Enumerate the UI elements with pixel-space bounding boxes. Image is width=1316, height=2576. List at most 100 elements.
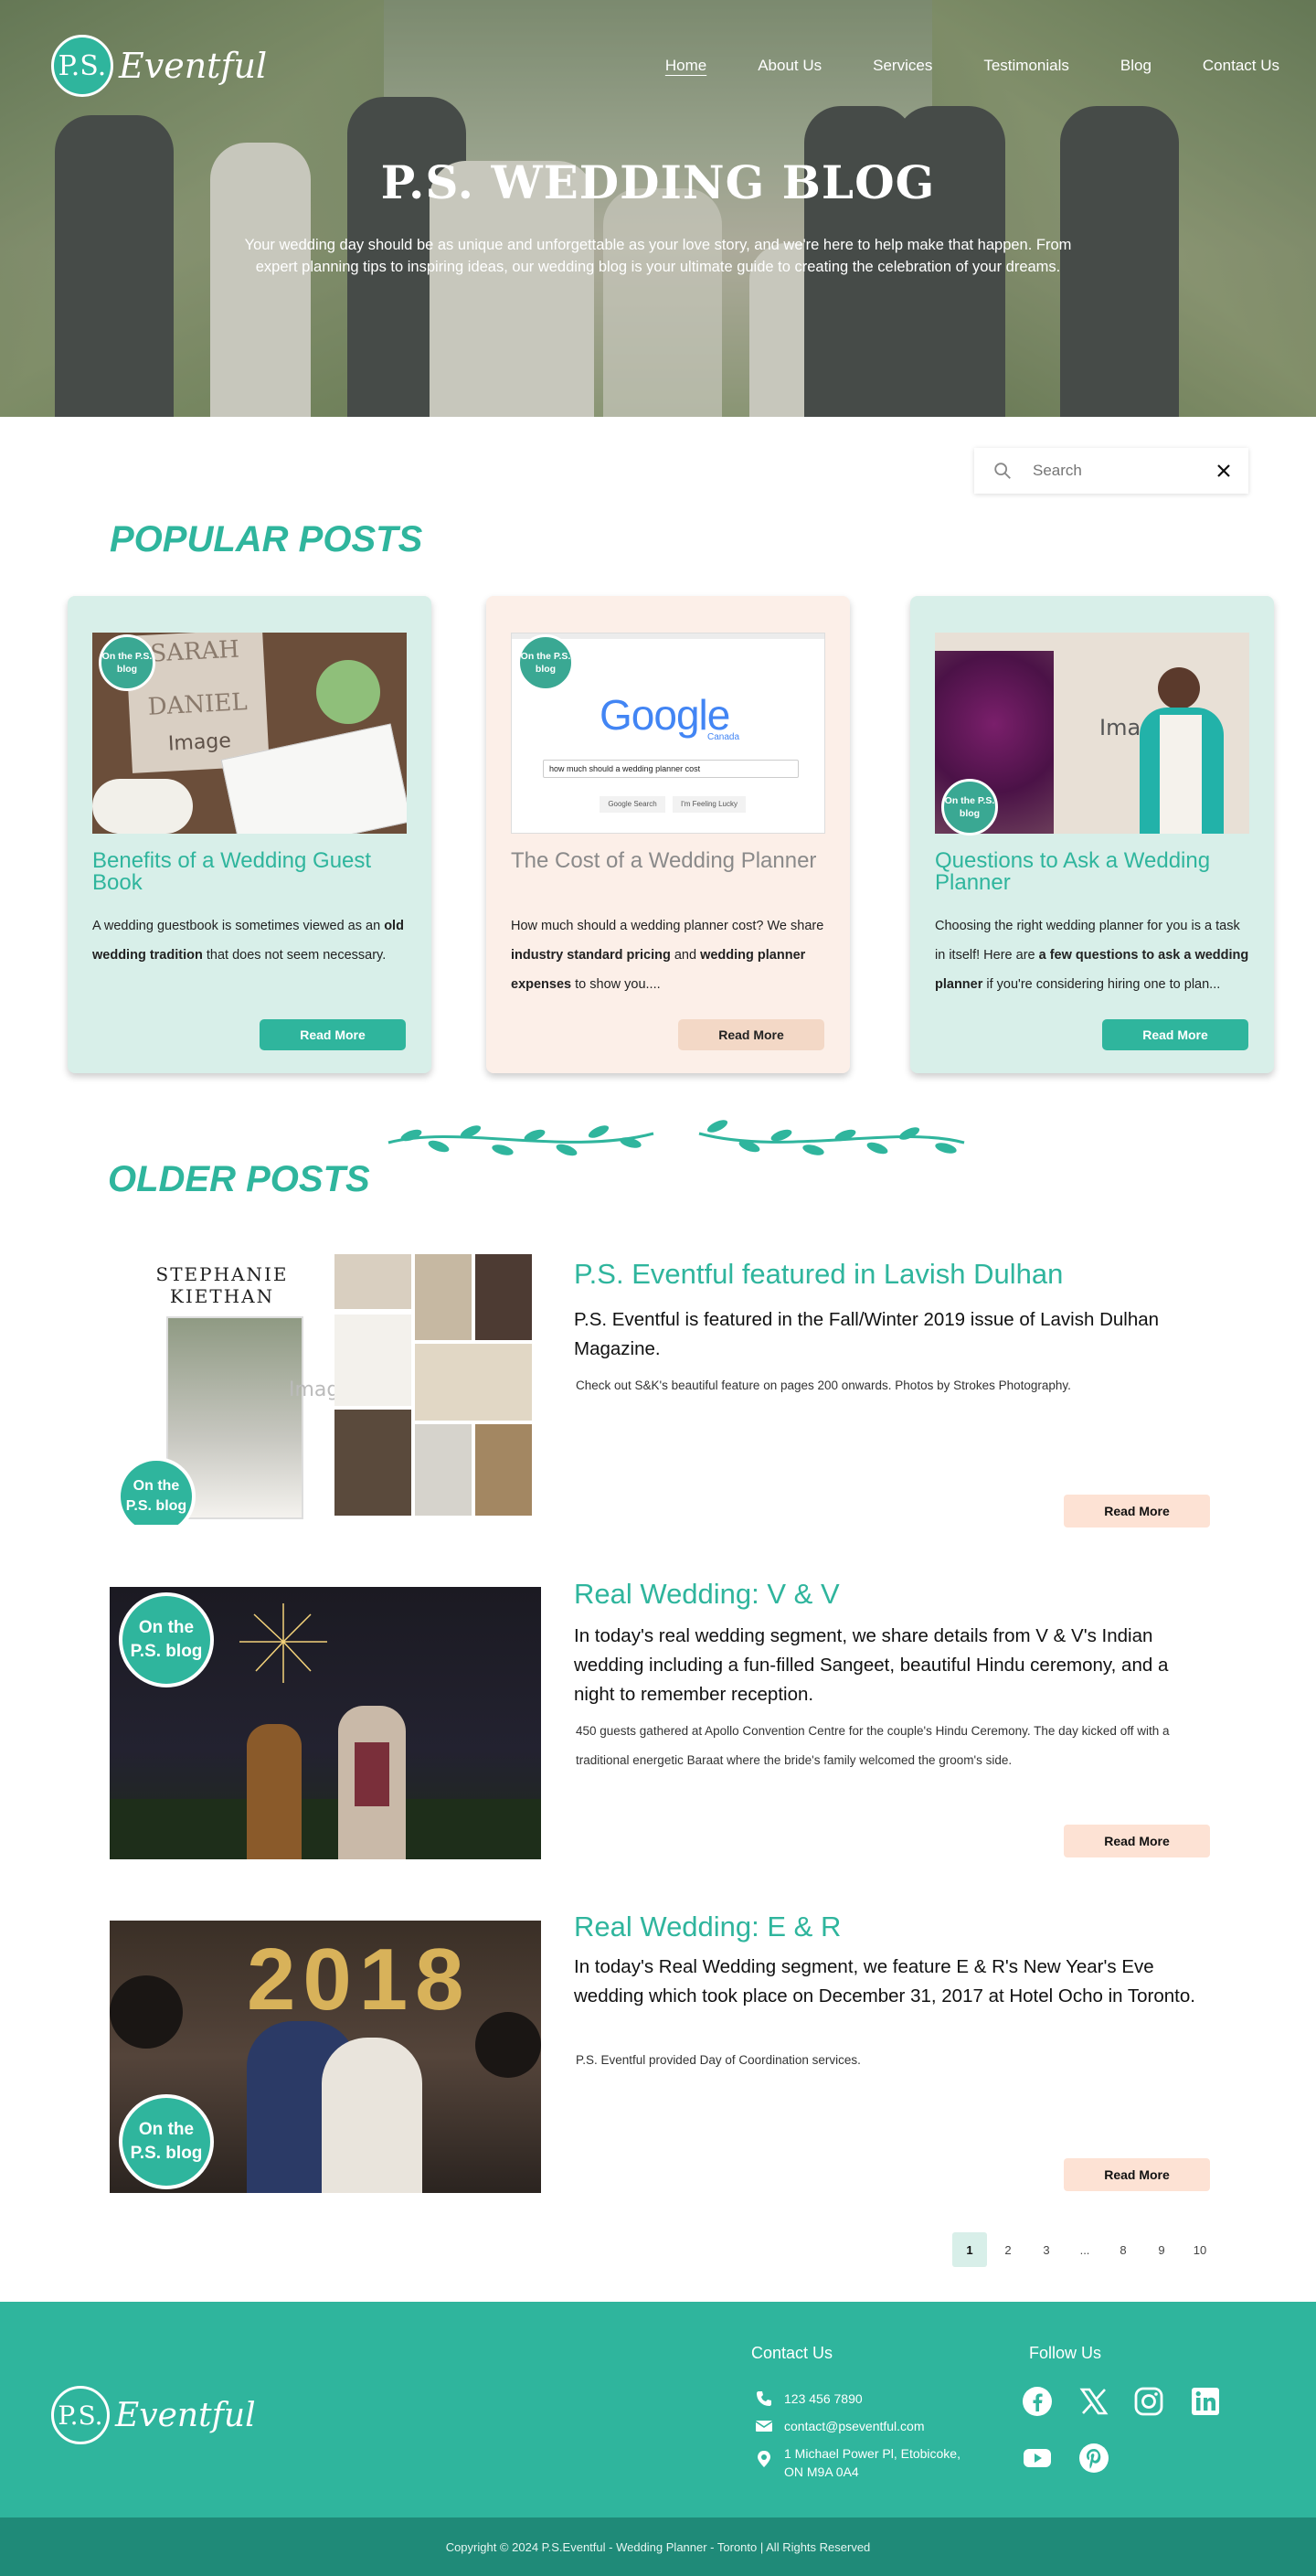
facebook-icon[interactable] xyxy=(1022,2386,1053,2417)
hero-banner: P.S. Eventful Home About Us Services Tes… xyxy=(0,0,1316,417)
magazine-thumb xyxy=(334,1410,411,1516)
magazine-name: STEPHANIE KIETHAN xyxy=(155,1263,289,1307)
footer-logo[interactable]: P.S. Eventful xyxy=(51,2386,256,2444)
main-nav: Home About Us Services Testimonials Blog… xyxy=(614,57,1279,75)
magazine-text-column xyxy=(334,1315,411,1406)
magazine-thumb xyxy=(415,1254,472,1340)
card-title[interactable]: Benefits of a Wedding Guest Book xyxy=(92,850,412,894)
post-body: 450 guests gathered at Apollo Convention… xyxy=(576,1724,1170,1767)
nav-testimonials[interactable]: Testimonials xyxy=(983,57,1069,75)
page-link[interactable]: 2 xyxy=(991,2232,1025,2267)
post-body: Check out S&K's beautiful feature on pag… xyxy=(576,1378,1071,1392)
excerpt-text: and xyxy=(670,948,701,963)
popular-posts-heading: POPULAR POSTS xyxy=(110,519,423,559)
person-dress xyxy=(1160,715,1202,834)
page-link[interactable]: 9 xyxy=(1144,2232,1179,2267)
post-title[interactable]: Real Wedding: V & V xyxy=(574,1578,840,1611)
fireworks-icon xyxy=(239,1603,327,1683)
balloon-numbers: 2018 xyxy=(247,1931,472,2028)
instagram-icon[interactable] xyxy=(1133,2386,1164,2417)
hero-subtitle: Your wedding day should be as unique and… xyxy=(244,237,1072,275)
page-link[interactable]: 8 xyxy=(1106,2232,1141,2267)
read-more-button[interactable]: Read More xyxy=(1064,1495,1210,1528)
popular-card[interactable]: Image On the P.S. blog Questions to Ask … xyxy=(910,596,1274,1073)
linkedin-icon[interactable] xyxy=(1190,2386,1221,2417)
nav-about-us[interactable]: About Us xyxy=(758,57,822,75)
footer-phone[interactable]: 123 456 7890 xyxy=(755,2390,863,2408)
search-input[interactable] xyxy=(1033,462,1206,480)
on-the-blog-badge: On the P.S. blog xyxy=(99,634,155,691)
balloon xyxy=(110,1975,183,2049)
search-box xyxy=(974,448,1248,494)
read-more-button[interactable]: Read More xyxy=(260,1019,406,1050)
copyright-bar: Copyright © 2024 P.S.Eventful - Wedding … xyxy=(0,2517,1316,2576)
read-more-button[interactable]: Read More xyxy=(1064,1825,1210,1857)
older-posts-heading: OLDER POSTS xyxy=(108,1159,370,1199)
logo-initials: P.S. xyxy=(51,35,113,97)
nav-services[interactable]: Services xyxy=(873,57,932,75)
magazine-thumb xyxy=(415,1344,532,1421)
page-title: P.S. WEDDING BLOG xyxy=(380,155,936,209)
page-link[interactable]: 1 xyxy=(952,2232,987,2267)
excerpt-text: A wedding guestbook is sometimes viewed … xyxy=(92,919,385,933)
x-icon[interactable] xyxy=(1078,2386,1109,2417)
logo-wordmark: Eventful xyxy=(115,2396,256,2434)
bride-figure xyxy=(247,1724,302,1859)
nav-blog[interactable]: Blog xyxy=(1120,57,1152,75)
logo-initials: P.S. xyxy=(51,2386,110,2444)
site-footer: P.S. Eventful Contact Us 123 456 7890 co… xyxy=(0,2302,1316,2517)
excerpt-text: if you're considering hiring one to plan… xyxy=(982,977,1221,992)
excerpt-text: to show you.... xyxy=(571,977,661,992)
read-more-button[interactable]: Read More xyxy=(678,1019,824,1050)
bride-figure xyxy=(322,2038,422,2193)
guest-book-name: DANIEL xyxy=(147,688,249,721)
search-icon[interactable] xyxy=(992,461,1013,481)
post-title[interactable]: P.S. Eventful featured in Lavish Dulhan xyxy=(574,1258,1063,1291)
excerpt-text: that does not seem necessary. xyxy=(202,948,387,963)
phone-icon xyxy=(757,2391,771,2406)
contact-heading: Contact Us xyxy=(751,2344,833,2362)
feeling-lucky-button: I'm Feeling Lucky xyxy=(673,796,746,813)
on-the-blog-badge: On the P.S. blog xyxy=(517,634,574,691)
read-more-button[interactable]: Read More xyxy=(1064,2158,1210,2191)
google-search-button: Google Search xyxy=(600,796,665,813)
page-link[interactable]: 10 xyxy=(1183,2232,1217,2267)
card-title[interactable]: Questions to Ask a Wedding Planner xyxy=(935,850,1255,894)
magazine-thumb xyxy=(475,1254,532,1340)
post-title[interactable]: Real Wedding: E & R xyxy=(574,1911,841,1943)
vine-divider-icon xyxy=(387,1125,654,1156)
follow-heading: Follow Us xyxy=(1029,2344,1102,2362)
excerpt-text: How much should a wedding planner cost? … xyxy=(511,919,824,933)
magazine-thumb xyxy=(334,1254,411,1309)
card-excerpt: How much should a wedding planner cost? … xyxy=(511,911,825,999)
on-the-blog-badge: On the P.S. blog xyxy=(941,779,998,836)
post-image[interactable]: On the P.S. blog xyxy=(110,1587,541,1859)
nav-home[interactable]: Home xyxy=(665,57,706,75)
address-line: ON M9A 0A4 xyxy=(784,2464,859,2479)
pinterest-icon[interactable] xyxy=(1078,2443,1109,2474)
logo-wordmark: Eventful xyxy=(119,46,268,86)
address-line: 1 Michael Power Pl, Etobicoke, xyxy=(784,2446,960,2461)
youtube-icon[interactable] xyxy=(1022,2443,1053,2474)
card-excerpt: Choosing the right wedding planner for y… xyxy=(935,911,1249,999)
post-body: P.S. Eventful provided Day of Coordinati… xyxy=(576,2053,861,2067)
site-logo[interactable]: P.S. Eventful xyxy=(51,35,267,97)
nav-contact-us[interactable]: Contact Us xyxy=(1203,57,1279,75)
popular-card[interactable]: Google Canada how much should a wedding … xyxy=(486,596,850,1073)
google-search-field: how much should a wedding planner cost xyxy=(543,760,799,778)
person-head xyxy=(1158,667,1200,709)
popular-card[interactable]: SARAH DANIEL Image On the P.S. blog Bene… xyxy=(68,596,431,1073)
flowers-decoration xyxy=(92,779,193,834)
google-region: Canada xyxy=(707,732,740,742)
magazine-thumb xyxy=(415,1424,472,1516)
card-title[interactable]: The Cost of a Wedding Planner xyxy=(511,850,831,872)
footer-address[interactable]: 1 Michael Power Pl, Etobicoke, ON M9A 0A4 xyxy=(755,2444,960,2481)
balloon xyxy=(475,2012,541,2078)
post-lead: P.S. Eventful is featured in the Fall/Wi… xyxy=(574,1309,1160,1359)
post-image[interactable]: 2018 On the P.S. blog xyxy=(110,1921,541,2193)
footer-email[interactable]: contact@pseventful.com xyxy=(755,2417,925,2435)
post-image[interactable]: STEPHANIE KIETHAN Image On the P.S. blog xyxy=(110,1254,541,1525)
close-icon[interactable] xyxy=(1215,463,1232,479)
page-link[interactable]: 3 xyxy=(1029,2232,1064,2267)
read-more-button[interactable]: Read More xyxy=(1102,1019,1248,1050)
